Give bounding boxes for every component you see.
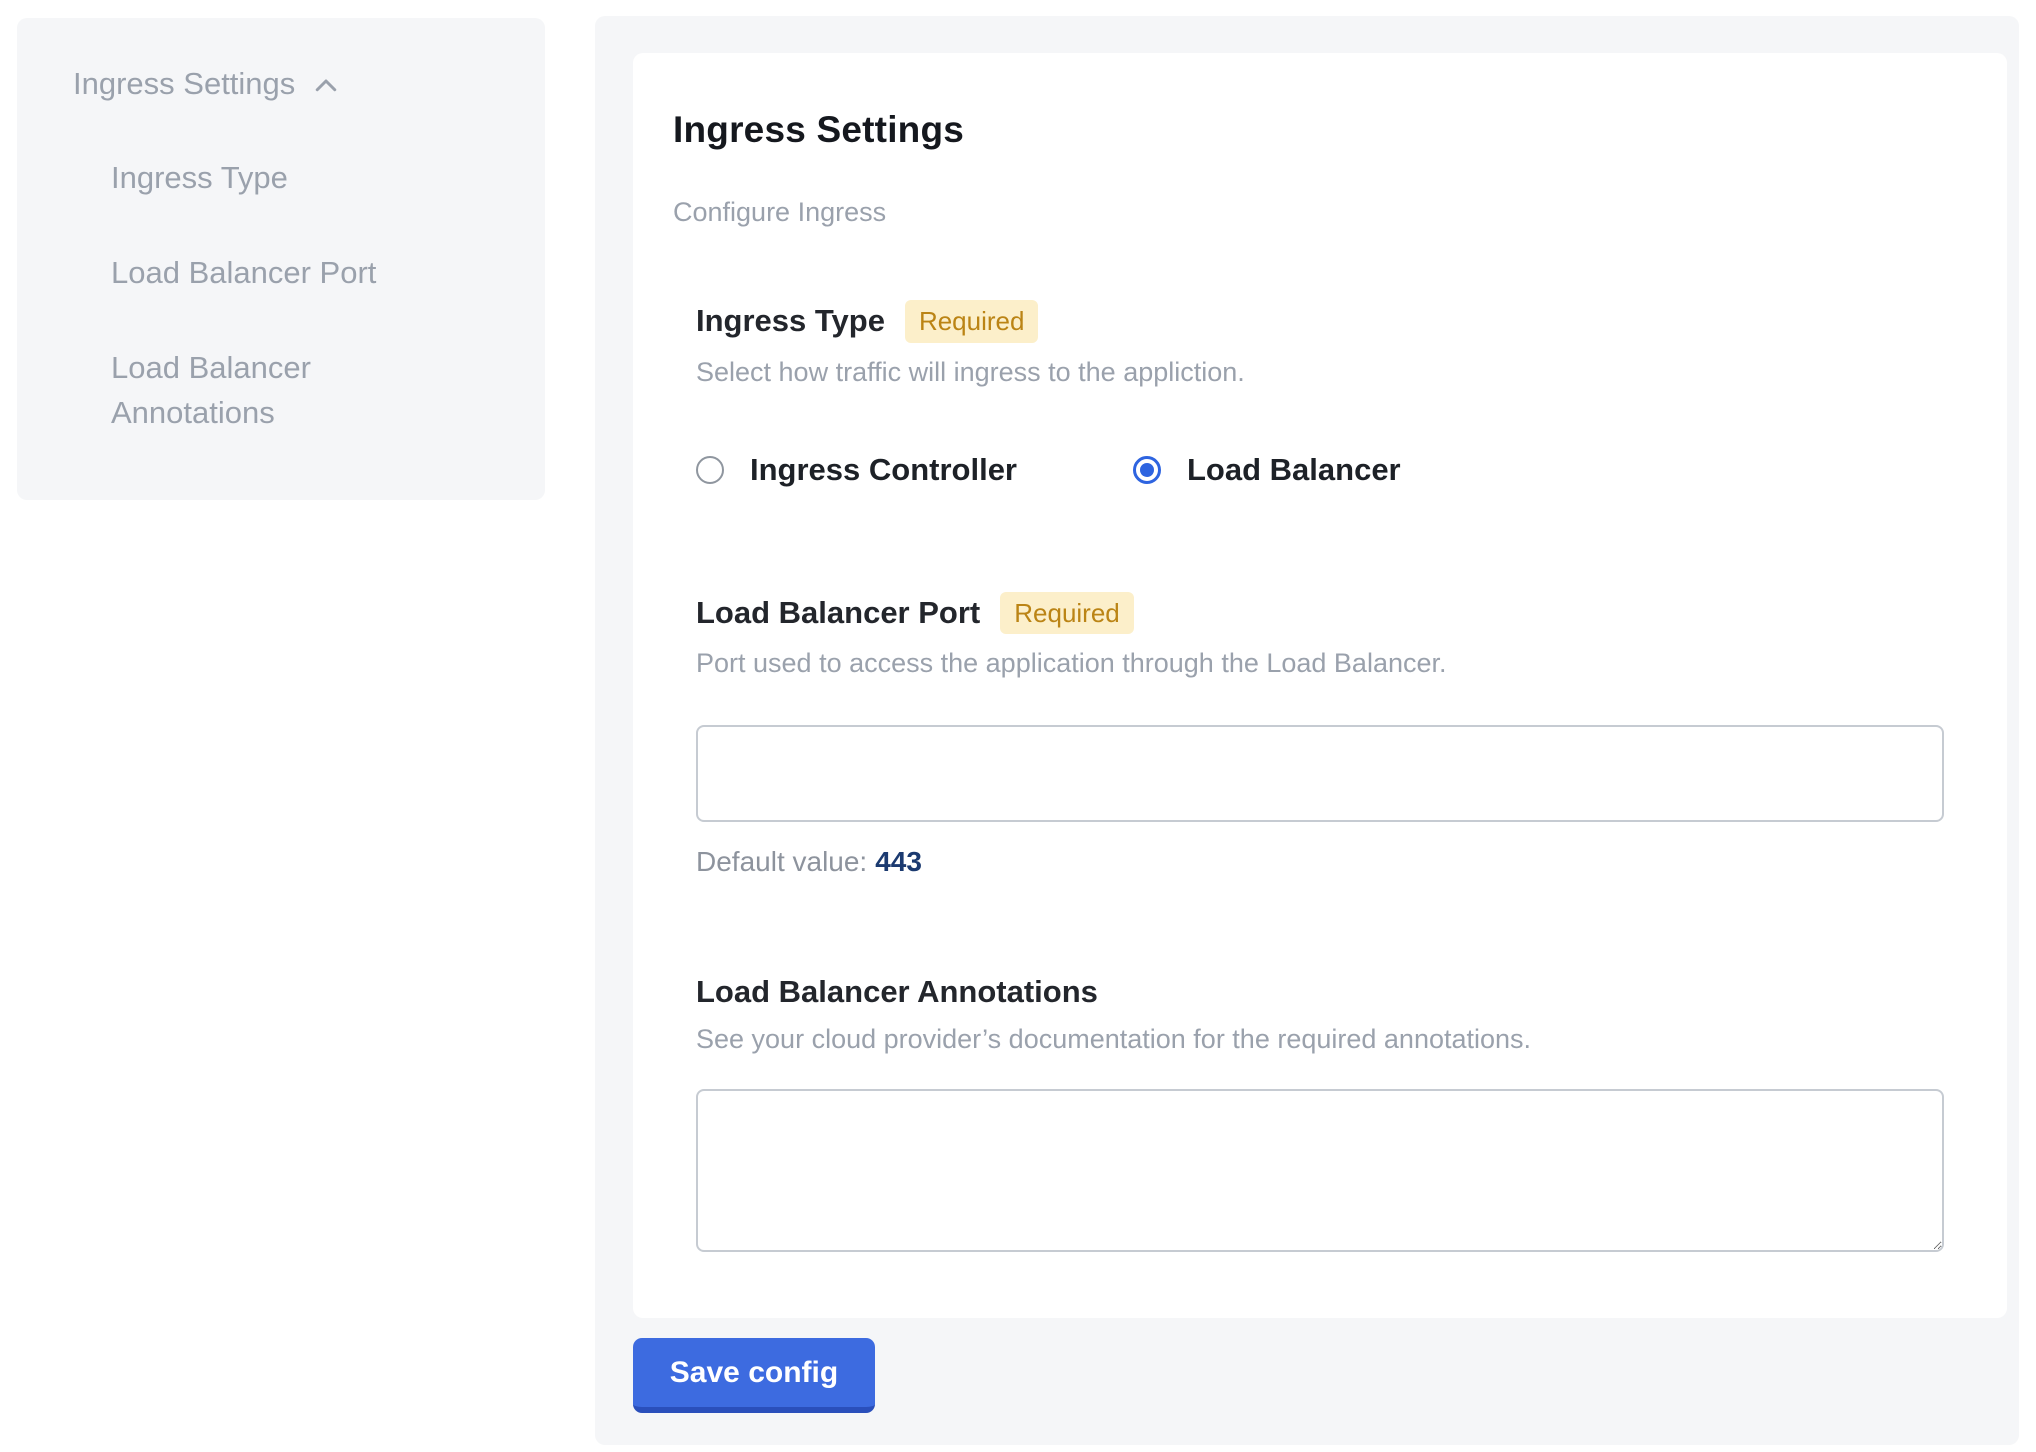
load-balancer-annotations-textarea[interactable]	[696, 1089, 1944, 1252]
default-value-hint: Default value: 443	[696, 846, 1951, 878]
settings-sidebar: Ingress Settings Ingress Type Load Balan…	[17, 18, 545, 500]
field-label-ingress-type: Ingress Type	[696, 303, 885, 339]
field-load-balancer-annotations: Load Balancer Annotations See your cloud…	[696, 974, 1951, 1252]
save-config-button[interactable]: Save config	[633, 1338, 875, 1413]
field-ingress-type: Ingress Type Required Select how traffic…	[696, 300, 1951, 488]
page-title: Ingress Settings	[673, 109, 1951, 151]
field-label-row: Load Balancer Port Required	[696, 592, 1951, 635]
load-balancer-port-input[interactable]	[696, 725, 1944, 822]
field-load-balancer-port: Load Balancer Port Required Port used to…	[696, 592, 1951, 879]
radio-icon[interactable]	[1133, 456, 1161, 484]
sidebar-item-load-balancer-port[interactable]: Load Balancer Port	[111, 251, 441, 296]
sidebar-group-label: Ingress Settings	[73, 66, 295, 102]
config-panel: Ingress Settings Configure Ingress Ingre…	[595, 16, 2019, 1445]
radio-icon[interactable]	[696, 456, 724, 484]
default-value: 443	[875, 846, 922, 877]
sidebar-item-list: Ingress Type Load Balancer Port Load Bal…	[111, 156, 515, 436]
field-help-ingress-type: Select how traffic will ingress to the a…	[696, 357, 1951, 388]
required-badge: Required	[905, 300, 1039, 343]
radio-option-load-balancer[interactable]: Load Balancer	[1133, 452, 1401, 488]
field-help-load-balancer-annotations: See your cloud provider’s documentation …	[696, 1024, 1951, 1055]
radio-option-ingress-controller[interactable]: Ingress Controller	[696, 452, 1017, 488]
radio-label: Ingress Controller	[750, 452, 1017, 488]
ingress-type-radio-group: Ingress Controller Load Balancer	[696, 452, 1951, 488]
sidebar-item-load-balancer-annotations[interactable]: Load Balancer Annotations	[111, 346, 441, 436]
field-label-load-balancer-annotations: Load Balancer Annotations	[696, 974, 1098, 1010]
required-badge: Required	[1000, 592, 1134, 635]
field-help-load-balancer-port: Port used to access the application thro…	[696, 648, 1951, 679]
default-value-label: Default value:	[696, 846, 867, 877]
page-subtitle: Configure Ingress	[673, 197, 1951, 228]
sidebar-item-ingress-type[interactable]: Ingress Type	[111, 156, 441, 201]
sidebar-group-ingress-settings[interactable]: Ingress Settings	[73, 66, 515, 102]
field-label-load-balancer-port: Load Balancer Port	[696, 595, 980, 631]
radio-label: Load Balancer	[1187, 452, 1401, 488]
chevron-up-icon	[311, 71, 341, 101]
ingress-settings-card: Ingress Settings Configure Ingress Ingre…	[633, 53, 2007, 1318]
field-label-row: Ingress Type Required	[696, 300, 1951, 343]
field-label-row: Load Balancer Annotations	[696, 974, 1951, 1010]
